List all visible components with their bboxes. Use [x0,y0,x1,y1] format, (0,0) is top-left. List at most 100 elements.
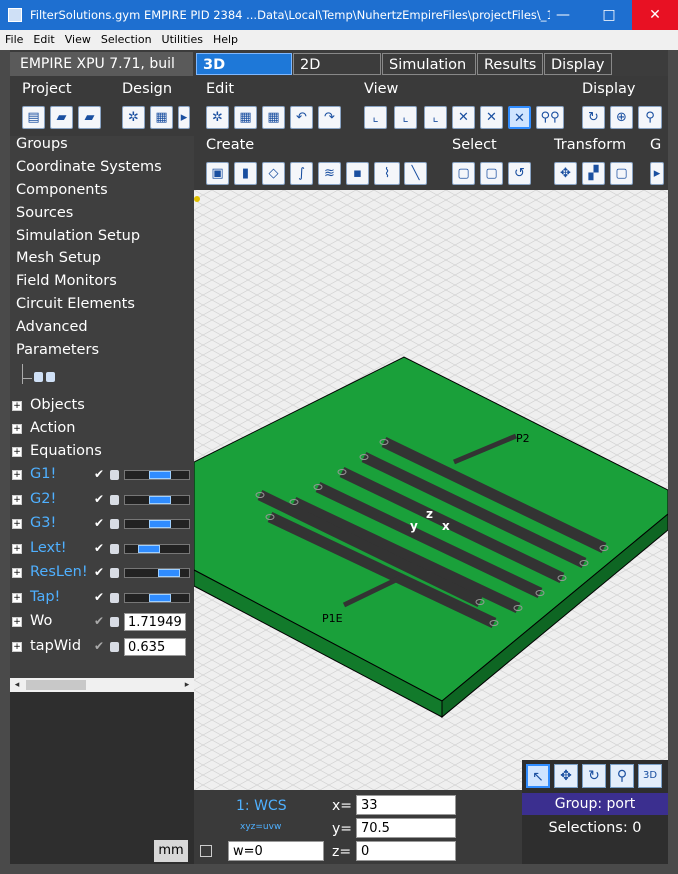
param-check-icon[interactable]: ✔ [94,492,104,506]
create-box-icon[interactable]: ▣ [206,162,229,185]
design-grid-icon[interactable]: ▦ [150,106,173,129]
expand-param-icon[interactable]: + [12,568,22,578]
scroll-right-icon[interactable]: ▸ [180,678,194,692]
tree-item-simulation-setup[interactable]: Simulation Setup [16,228,140,244]
3d-viewport[interactable]: P2 P1E z y x [194,190,668,790]
param-check-icon[interactable]: ✔ [94,614,104,628]
create-cylinder-icon[interactable]: ▮ [234,162,257,185]
tree-item-groups[interactable]: Groups [16,136,68,152]
expand-objects-icon[interactable]: + [12,401,22,411]
param-slider[interactable] [124,568,190,578]
g-more-icon[interactable]: ▸ [650,162,664,185]
expand-param-icon[interactable]: + [12,543,22,554]
expand-param-icon[interactable]: + [12,470,22,480]
create-layers-icon[interactable]: ≋ [318,162,341,185]
view-zx2-icon[interactable]: ⌞ [394,106,417,129]
expand-param-icon[interactable]: + [12,592,22,603]
expand-param-icon[interactable]: + [12,641,22,652]
z-coord-input[interactable]: 0 [356,841,456,861]
unlock-icon[interactable] [46,372,55,382]
expand-action-icon[interactable]: + [12,424,22,434]
param-slider[interactable] [124,470,190,480]
zoom-in-icon[interactable]: ⊕ [610,106,633,129]
scroll-thumb[interactable] [26,680,86,690]
pointer-icon[interactable]: ↖ [526,764,550,788]
param-name[interactable]: ResLen! [30,564,88,580]
edit-array-icon[interactable]: ▦ [234,106,257,129]
param-name[interactable]: G3! [30,515,56,531]
scroll-left-icon[interactable]: ◂ [10,678,24,692]
create-curve-icon[interactable]: ∫ [290,162,313,185]
rotate-icon[interactable]: ↻ [582,764,606,788]
param-lock-icon[interactable] [110,641,119,652]
expand-equations-icon[interactable]: + [12,447,22,457]
tree-item-field-monitors[interactable]: Field Monitors [16,273,117,289]
tree-item-action[interactable]: Action [30,420,75,436]
param-lock-icon[interactable] [110,592,119,603]
param-slider-knob[interactable] [149,593,171,602]
param-slider-knob[interactable] [149,495,171,504]
param-name[interactable]: Lext! [30,540,67,556]
menu-edit[interactable]: Edit [28,30,59,47]
viewport-canvas[interactable]: P2 P1E z y x [194,190,668,790]
menu-file[interactable]: File [0,30,28,47]
view-zx-icon[interactable]: ⌞ [364,106,387,129]
param-slider[interactable] [124,543,190,554]
param-slider[interactable] [124,592,190,603]
param-check-icon[interactable]: ✔ [94,516,104,530]
menu-help[interactable]: Help [208,30,243,47]
open-folder-icon[interactable]: ▰ [50,106,73,129]
tree-item-equations[interactable]: Equations [30,443,102,459]
transform-box-icon[interactable]: ▢ [610,162,633,185]
param-slider[interactable] [124,519,190,529]
new-project-icon[interactable]: ▤ [22,106,45,129]
param-value-input[interactable]: 0.635 [124,637,186,656]
menu-utilities[interactable]: Utilities [157,30,208,47]
param-name[interactable]: Wo [30,613,52,629]
param-check-icon[interactable]: ✔ [94,565,104,579]
design-more-icon[interactable]: ▸ [178,106,190,129]
view-iso2-icon[interactable]: ✕ [480,106,503,129]
param-name[interactable]: Tap! [30,589,60,605]
select-object-icon[interactable]: ▢ [452,162,475,185]
zoom-out-icon[interactable]: ⚲ [638,106,662,129]
maximize-button[interactable]: □ [586,0,632,30]
param-value-input[interactable]: 1.71949 [124,613,186,631]
tree-item-mesh-setup[interactable]: Mesh Setup [16,250,101,266]
pan-icon[interactable]: ✥ [554,764,578,788]
param-slider-knob[interactable] [149,471,171,479]
design-gear-icon[interactable]: ✲ [122,106,145,129]
tree-item-sources[interactable]: Sources [16,205,73,221]
menu-view[interactable]: View [60,30,96,47]
units-button[interactable]: mm [154,840,188,862]
view-yx-icon[interactable]: ⌞ [424,106,447,129]
lock-icon[interactable] [34,372,43,382]
tree-item-coordinate-systems[interactable]: Coordinate Systems [16,159,162,175]
3d-view-icon[interactable]: 3D [638,764,662,788]
create-port-icon[interactable]: ▪ [346,162,369,185]
zoom-icon[interactable]: ⚲ [610,764,634,788]
param-name[interactable]: tapWid [30,638,81,654]
view-iso1-icon[interactable]: ✕ [452,106,475,129]
close-button[interactable]: ✕ [632,0,678,30]
w-coord-input[interactable]: w=0 [228,841,324,861]
minimize-button[interactable]: — [540,0,586,30]
param-lock-icon[interactable] [110,543,119,554]
transform-scale-icon[interactable]: ▞ [582,162,605,185]
param-slider[interactable] [124,494,190,505]
tree-item-objects[interactable]: Objects [30,397,85,413]
wcs-label[interactable]: 1: WCS [236,798,287,814]
y-coord-input[interactable]: 70.5 [356,818,456,838]
tab-results[interactable]: Results [477,53,543,75]
param-lock-icon[interactable] [110,617,119,627]
param-slider-knob[interactable] [149,520,171,528]
expand-param-icon[interactable]: + [12,519,22,529]
create-lumped-icon[interactable]: ⌇ [374,162,400,185]
view-zoom-pair-icon[interactable]: ⚲⚲ [536,106,564,129]
select-edge-icon[interactable]: ↺ [508,162,531,185]
param-name[interactable]: G2! [30,491,56,507]
tree-item-advanced[interactable]: Advanced [16,319,88,335]
tab-simulation[interactable]: Simulation [382,53,476,75]
tree-item-components[interactable]: Components [16,182,108,198]
expand-param-icon[interactable]: + [12,617,22,627]
